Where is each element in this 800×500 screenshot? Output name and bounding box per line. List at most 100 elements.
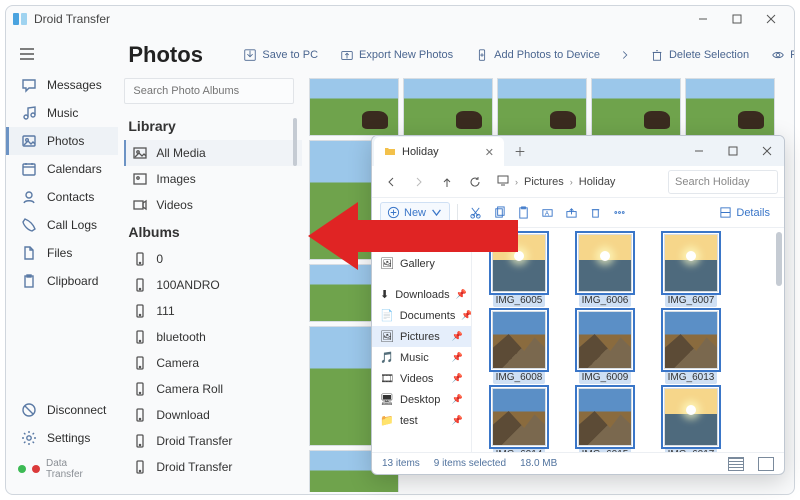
minimize-button[interactable] — [686, 7, 720, 31]
more-button[interactable] — [609, 203, 630, 222]
nav-disconnect[interactable]: Disconnect — [6, 396, 118, 424]
nav-item-clipboard[interactable]: Clipboard — [6, 267, 118, 295]
file-item[interactable]: IMG_6008 — [480, 311, 558, 384]
album-item-label: bluetooth — [156, 330, 205, 344]
file-item[interactable]: IMG_6007 — [652, 234, 730, 307]
side-home[interactable]: 🏠Home — [372, 232, 471, 253]
album-item[interactable]: 100ANDRO — [124, 272, 302, 298]
close-button[interactable] — [754, 7, 788, 31]
device-icon — [132, 459, 148, 475]
quick-music[interactable]: 🎵Music📌 — [372, 347, 471, 368]
forward-button[interactable] — [406, 169, 432, 195]
explorer-maximize-button[interactable] — [716, 136, 750, 166]
search-albums-input[interactable] — [124, 78, 294, 104]
photo-thumb[interactable] — [403, 78, 493, 136]
delete-button[interactable] — [585, 203, 606, 222]
library-item-images[interactable]: Images — [124, 166, 302, 192]
library-item-videos[interactable]: Videos — [124, 192, 302, 218]
album-item[interactable]: Droid Transfer — [124, 428, 302, 454]
library-item-all-media[interactable]: All Media — [124, 140, 302, 166]
new-button[interactable]: New — [380, 202, 450, 223]
explorer-file-pane[interactable]: IMG_6005 IMG_6006 IMG_6007 IMG_6008IMG_6009… — [472, 228, 784, 452]
explorer-titlebar[interactable]: Holiday ✕ ＋ — [372, 136, 784, 166]
file-item[interactable]: IMG_6015 — [566, 388, 644, 452]
nav-item-messages[interactable]: Messages — [6, 71, 118, 99]
paste-button[interactable] — [513, 203, 534, 222]
album-item-label: Droid Transfer — [156, 434, 232, 448]
cut-button[interactable] — [465, 203, 486, 222]
hamburger-icon[interactable] — [6, 40, 48, 71]
add-to-device-button[interactable]: Add Photos to Device — [467, 44, 608, 66]
export-new-label: Export New Photos — [359, 49, 453, 61]
file-name-label: IMG_6006 — [579, 294, 632, 307]
file-item[interactable]: IMG_6006 — [566, 234, 644, 307]
maximize-button[interactable] — [720, 7, 754, 31]
tab-close-icon[interactable]: ✕ — [485, 146, 494, 159]
back-button[interactable] — [378, 169, 404, 195]
file-item[interactable]: IMG_6017 — [652, 388, 730, 452]
file-thumbnail — [492, 234, 546, 292]
view-list-icon[interactable] — [728, 457, 744, 471]
status-row: Data Transfer — [6, 452, 118, 486]
nav-item-files[interactable]: Files — [6, 239, 118, 267]
library-scrollbar-thumb[interactable] — [293, 118, 297, 166]
file-item[interactable]: IMG_6013 — [652, 311, 730, 384]
status-dot-green-icon — [18, 465, 26, 473]
photo-thumb[interactable] — [591, 78, 681, 136]
new-tab-button[interactable]: ＋ — [504, 143, 536, 160]
nav-item-music[interactable]: Music — [6, 99, 118, 127]
explorer-search-input[interactable]: Search Holiday — [668, 170, 778, 194]
album-item[interactable]: bluetooth — [124, 324, 302, 350]
quick-desktop[interactable]: 🖥Desktop📌 — [372, 389, 471, 410]
explorer-minimize-button[interactable] — [682, 136, 716, 166]
quick-test[interactable]: 📁test📌 — [372, 410, 471, 431]
album-item[interactable]: Camera — [124, 350, 302, 376]
quick-videos[interactable]: 🎞Videos📌 — [372, 368, 471, 389]
quick-documents[interactable]: 📄Documents📌 — [372, 305, 471, 326]
side-gallery[interactable]: 🖼Gallery — [372, 253, 471, 274]
file-item[interactable]: IMG_6005 — [480, 234, 558, 307]
album-item[interactable]: Droid Transfer — [124, 454, 302, 480]
crumb-pictures[interactable]: Pictures — [524, 176, 564, 188]
refresh-button[interactable] — [462, 169, 488, 195]
save-to-pc-button[interactable]: Save to PC — [235, 44, 326, 66]
photo-thumb[interactable] — [685, 78, 775, 136]
album-item[interactable]: Download — [124, 402, 302, 428]
details-button[interactable]: Details — [713, 203, 776, 222]
export-new-button[interactable]: Export New Photos — [332, 44, 461, 66]
delete-selection-button[interactable]: Delete Selection — [642, 44, 757, 66]
status-item-count: 13 items — [382, 458, 420, 469]
file-item[interactable]: IMG_6014 — [480, 388, 558, 452]
nav-item-label: Photos — [47, 134, 84, 148]
breadcrumb-bar[interactable]: › Pictures › Holiday — [490, 170, 666, 194]
nav-settings[interactable]: Settings — [6, 424, 118, 452]
quick-downloads[interactable]: ⬇Downloads📌 — [372, 284, 471, 305]
pin-icon: 📌 — [452, 331, 463, 342]
share-button[interactable] — [561, 203, 582, 222]
nav-item-calendars[interactable]: Calendars — [6, 155, 118, 183]
album-item[interactable]: Camera Roll — [124, 376, 302, 402]
toolbar-overflow-chevron[interactable] — [614, 44, 636, 66]
quick-pictures[interactable]: 🖼Pictures📌 — [372, 326, 471, 347]
photo-thumb[interactable] — [309, 78, 399, 136]
file-item[interactable]: IMG_6009 — [566, 311, 644, 384]
photo-thumb[interactable] — [497, 78, 587, 136]
chevron-right-icon: › — [515, 177, 518, 187]
nav-item-label: Music — [47, 106, 78, 120]
nav-item-photos[interactable]: Photos — [6, 127, 118, 155]
album-item[interactable]: 111 — [124, 298, 302, 324]
nav-item-call-logs[interactable]: Call Logs — [6, 211, 118, 239]
crumb-holiday[interactable]: Holiday — [579, 176, 616, 188]
nav-item-contacts[interactable]: Contacts — [6, 183, 118, 211]
view-grid-icon[interactable] — [758, 457, 774, 471]
explorer-close-button[interactable] — [750, 136, 784, 166]
copy-button[interactable] — [489, 203, 510, 222]
album-item[interactable]: 0 — [124, 246, 302, 272]
explorer-tab[interactable]: Holiday ✕ — [374, 137, 504, 167]
rename-button[interactable]: A — [537, 203, 558, 222]
file-name-label: IMG_6017 — [665, 448, 718, 452]
preview-button[interactable]: Preview — [763, 44, 795, 66]
app-logo-icon — [12, 11, 28, 27]
explorer-scrollbar-thumb[interactable] — [776, 232, 782, 286]
up-button[interactable] — [434, 169, 460, 195]
